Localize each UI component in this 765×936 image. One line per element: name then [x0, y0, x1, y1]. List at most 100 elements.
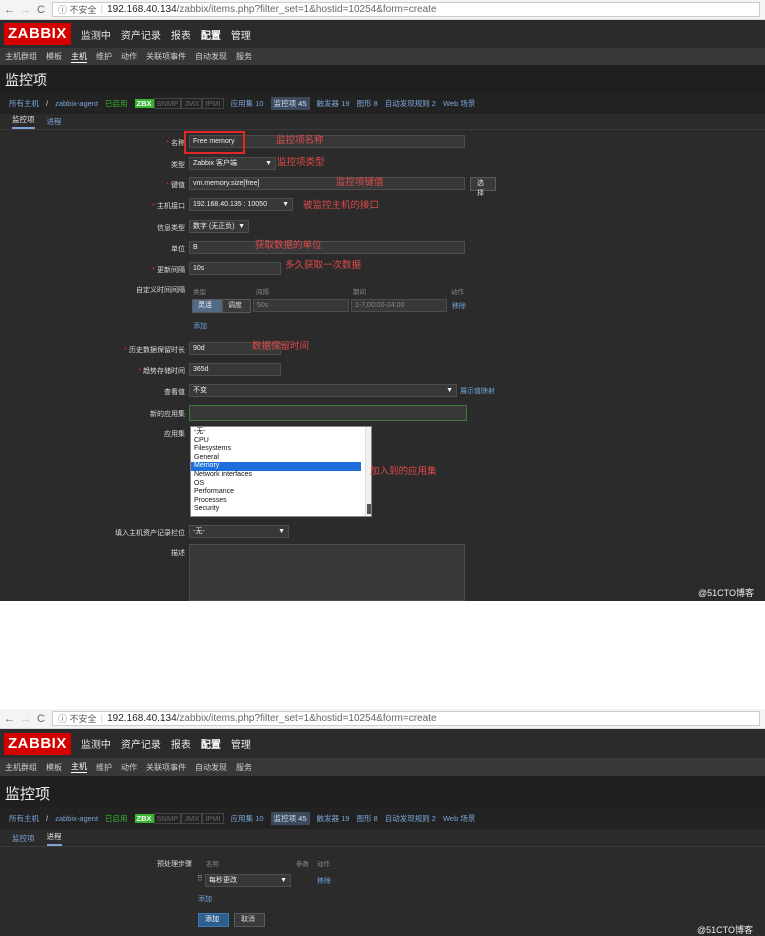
- submenu-templates[interactable]: 模板: [46, 762, 62, 773]
- submenu-services[interactable]: 服务: [236, 51, 252, 62]
- drag-handle-icon[interactable]: ⠿: [197, 874, 203, 883]
- list-item[interactable]: Performance: [194, 488, 371, 497]
- info-type-select[interactable]: 数字 (无正负) ▼: [189, 220, 249, 233]
- key-input[interactable]: vm.memory.size[free]: [189, 177, 465, 190]
- graphs-link[interactable]: 图形 8: [356, 98, 377, 109]
- reload-icon[interactable]: C: [36, 713, 46, 725]
- menu-reports[interactable]: 报表: [171, 736, 191, 751]
- menu-inventory[interactable]: 资产记录: [121, 27, 161, 42]
- submenu-correlation[interactable]: 关联项事件: [146, 762, 186, 773]
- units-input[interactable]: B: [189, 241, 465, 254]
- back-icon[interactable]: ←: [4, 4, 15, 16]
- type-select[interactable]: Zabbix 客户端 ▼: [189, 157, 276, 170]
- new-app-input[interactable]: [189, 405, 467, 421]
- triggers-link[interactable]: 触发器 19: [317, 813, 350, 824]
- list-item[interactable]: CPU: [194, 437, 371, 446]
- list-item[interactable]: Processes: [194, 497, 371, 506]
- submenu-templates[interactable]: 模板: [46, 51, 62, 62]
- status-enabled[interactable]: 已启用: [105, 813, 128, 824]
- forward-icon[interactable]: →: [20, 4, 31, 16]
- submenu-hosts[interactable]: 主机: [71, 51, 87, 63]
- submenu-host-groups[interactable]: 主机群组: [5, 762, 37, 773]
- add-button[interactable]: 添加: [198, 913, 229, 927]
- discovery-rules-link[interactable]: 自动发现规则 2: [385, 98, 436, 109]
- applications-link[interactable]: 应用集 10: [231, 98, 264, 109]
- custom-period-input[interactable]: 1-7,00:00-24:00: [351, 299, 447, 312]
- zabbix-logo[interactable]: ZABBIX: [4, 732, 71, 755]
- security-indicator[interactable]: ⓘ 不安全: [58, 3, 97, 16]
- sub-menu: 主机群组 模板 主机 维护 动作 关联项事件 自动发现 服务: [0, 48, 765, 66]
- menu-monitoring[interactable]: 监测中: [81, 736, 111, 751]
- menu-configuration[interactable]: 配置: [201, 736, 221, 751]
- menu-configuration[interactable]: 配置: [201, 27, 221, 42]
- items-link[interactable]: 监控项 45: [270, 811, 310, 825]
- menu-monitoring[interactable]: 监测中: [81, 27, 111, 42]
- items-link[interactable]: 监控项 45: [270, 96, 310, 110]
- menu-reports[interactable]: 报表: [171, 27, 191, 42]
- reload-icon[interactable]: C: [36, 4, 46, 16]
- menu-administration[interactable]: 管理: [231, 27, 251, 42]
- submenu-discovery[interactable]: 自动发现: [195, 51, 227, 62]
- tab-preprocessing[interactable]: 进程: [47, 116, 62, 129]
- apps-listbox[interactable]: -无- CPU Filesystems General Memory Netwo…: [190, 426, 372, 517]
- submenu-discovery[interactable]: 自动发现: [195, 762, 227, 773]
- applications-link[interactable]: 应用集 10: [231, 813, 264, 824]
- host-link[interactable]: zabbix-agent: [55, 814, 98, 823]
- scheduling-toggle[interactable]: 调度: [222, 299, 251, 313]
- cancel-button[interactable]: 取消: [234, 913, 265, 927]
- tab-preprocessing[interactable]: 进程: [46, 831, 62, 846]
- interval-label: 更新间隔: [157, 267, 185, 274]
- graphs-link[interactable]: 图形 8: [356, 813, 377, 824]
- status-enabled[interactable]: 已启用: [105, 98, 128, 109]
- custom-remove-link[interactable]: 移除: [452, 301, 466, 311]
- address-bar[interactable]: ⓘ 不安全 | 192.168.40.134/zabbix/items.php?…: [52, 2, 760, 17]
- security-indicator[interactable]: ⓘ 不安全: [58, 712, 97, 725]
- interval-input[interactable]: 10s: [189, 262, 281, 275]
- menu-inventory[interactable]: 资产记录: [121, 736, 161, 751]
- tab-item[interactable]: 监控项: [12, 114, 35, 129]
- list-item[interactable]: -无-: [194, 428, 371, 437]
- trends-input[interactable]: 365d: [189, 363, 281, 376]
- host-link[interactable]: zabbix-agent: [55, 99, 98, 108]
- submenu-actions[interactable]: 动作: [121, 51, 137, 62]
- list-item[interactable]: Security: [194, 505, 371, 514]
- web-scenarios-link[interactable]: Web 场景: [443, 813, 475, 824]
- prep-remove-link[interactable]: 移除: [317, 876, 331, 886]
- all-hosts-link[interactable]: 所有主机: [9, 98, 39, 109]
- prep-step-select[interactable]: 每秒更改 ▼: [205, 874, 291, 887]
- all-hosts-link[interactable]: 所有主机: [9, 813, 39, 824]
- interface-select[interactable]: 192.168.40.135 : 10050 ▼: [189, 198, 293, 211]
- submenu-maintenance[interactable]: 维护: [96, 51, 112, 62]
- annotation-type: 监控项类型: [277, 157, 325, 168]
- custom-interval-input[interactable]: 50s: [253, 299, 349, 312]
- submenu-maintenance[interactable]: 维护: [96, 762, 112, 773]
- tab-item[interactable]: 监控项: [12, 833, 35, 846]
- submenu-host-groups[interactable]: 主机群组: [5, 51, 37, 62]
- back-icon[interactable]: ←: [4, 713, 15, 725]
- key-select-button[interactable]: 选择: [470, 177, 496, 197]
- valuemap-select[interactable]: 不变 ▼: [189, 384, 457, 397]
- triggers-link[interactable]: 触发器 19: [317, 98, 350, 109]
- menu-administration[interactable]: 管理: [231, 736, 251, 751]
- ipmi-badge: IPMI: [202, 97, 224, 109]
- custom-add-link[interactable]: 添加: [193, 321, 207, 331]
- submenu-actions[interactable]: 动作: [121, 762, 137, 773]
- flexible-toggle[interactable]: 灵活: [192, 299, 222, 313]
- forward-icon[interactable]: →: [20, 713, 31, 725]
- valuemap-link[interactable]: 展示值映射: [460, 386, 495, 396]
- submenu-services[interactable]: 服务: [236, 762, 252, 773]
- submenu-hosts[interactable]: 主机: [71, 761, 87, 773]
- list-item-selected[interactable]: Memory: [191, 462, 361, 471]
- discovery-rules-link[interactable]: 自动发现规则 2: [385, 813, 436, 824]
- list-item[interactable]: OS: [194, 480, 371, 489]
- prep-add-link[interactable]: 添加: [198, 894, 212, 904]
- inventory-select[interactable]: -无- ▼: [189, 525, 289, 538]
- submenu-correlation[interactable]: 关联项事件: [146, 51, 186, 62]
- list-item[interactable]: General: [194, 454, 371, 463]
- zabbix-logo[interactable]: ZABBIX: [4, 23, 71, 45]
- web-scenarios-link[interactable]: Web 场景: [443, 98, 475, 109]
- address-bar[interactable]: ⓘ 不安全 | 192.168.40.134/zabbix/items.php?…: [52, 711, 760, 726]
- list-item[interactable]: Network interfaces: [194, 471, 371, 480]
- description-textarea[interactable]: [189, 544, 465, 601]
- list-item[interactable]: Filesystems: [194, 445, 371, 454]
